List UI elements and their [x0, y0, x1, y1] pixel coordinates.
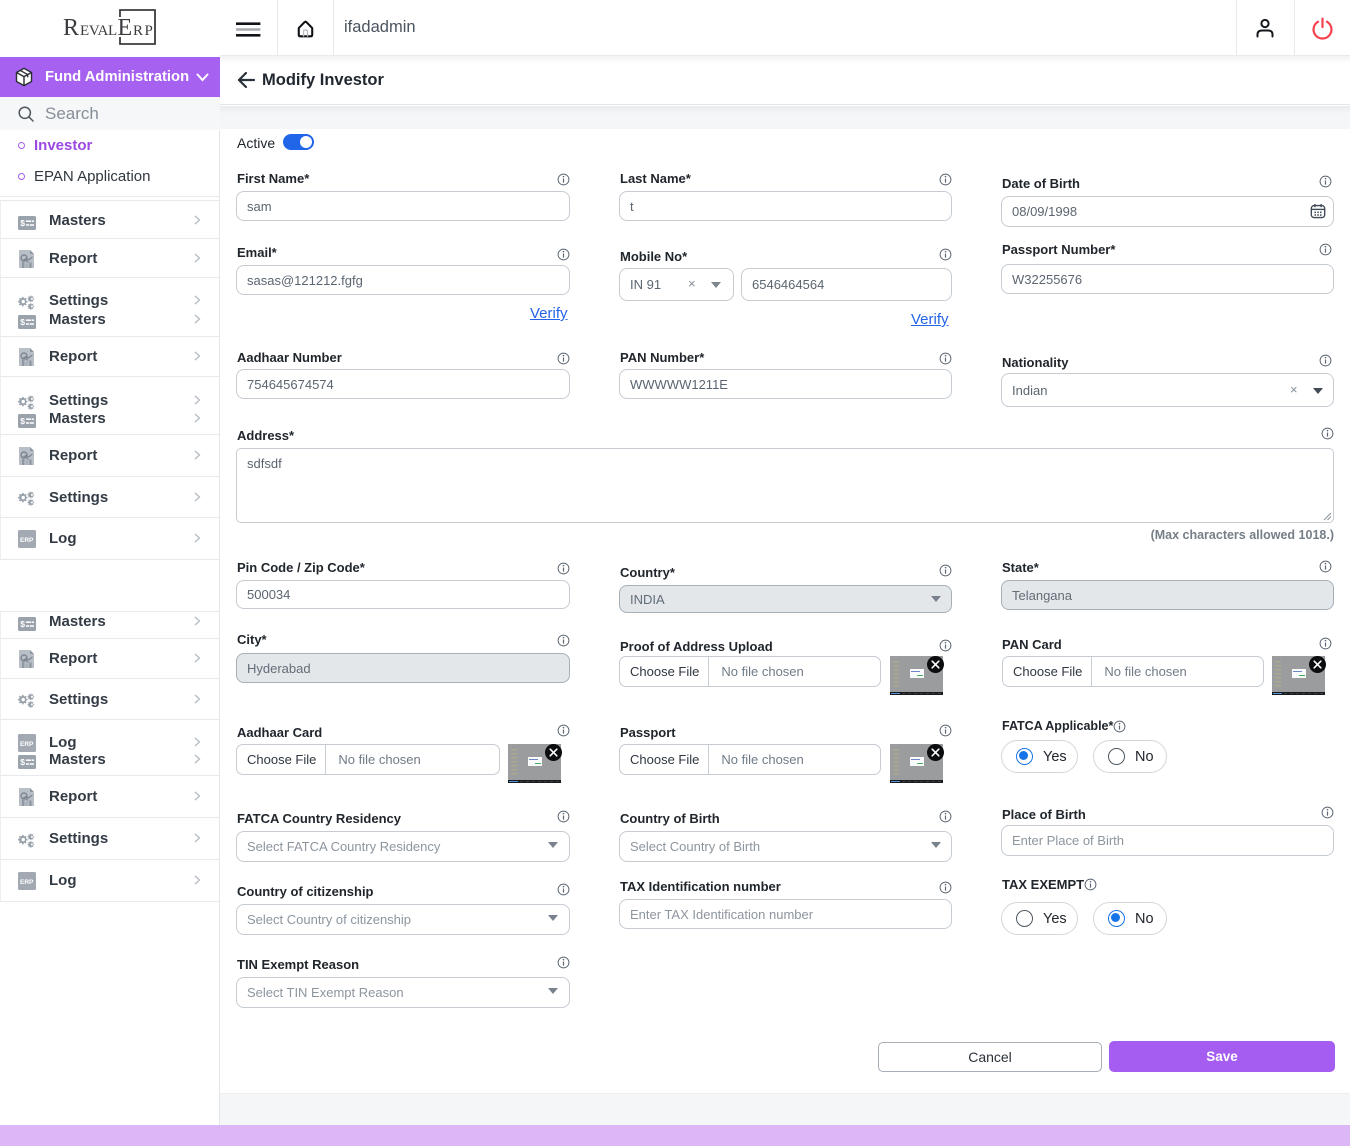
svg-text:RP: RP — [133, 23, 154, 39]
svg-text:$: $ — [20, 317, 25, 327]
svg-text:$: $ — [20, 757, 25, 767]
svg-text:ERP: ERP — [20, 741, 34, 748]
svg-text:$: $ — [20, 619, 25, 629]
svg-text:$: $ — [20, 416, 25, 426]
svg-text:$: $ — [20, 218, 25, 228]
svg-text:R: R — [63, 15, 79, 41]
svg-text:ERP: ERP — [20, 537, 34, 544]
svg-text:EVAL: EVAL — [80, 23, 117, 39]
svg-text:E: E — [118, 15, 133, 41]
svg-text:ERP: ERP — [20, 879, 34, 886]
